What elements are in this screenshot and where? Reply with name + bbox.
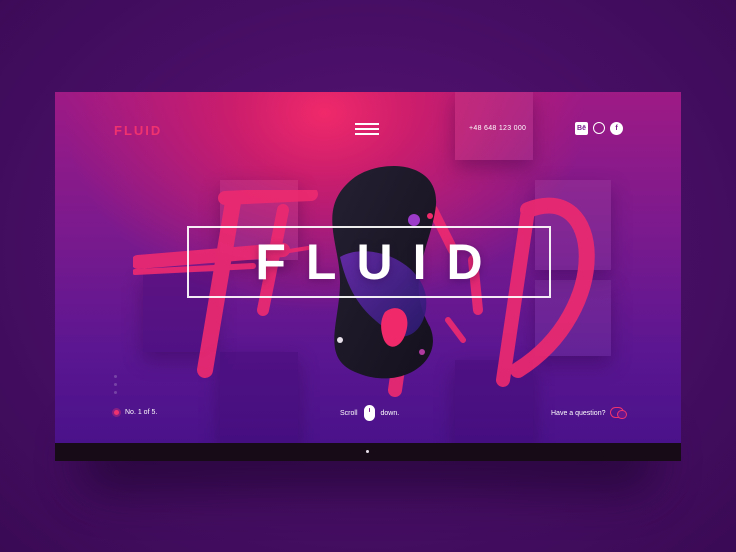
- facebook-icon[interactable]: f: [610, 122, 623, 135]
- logo[interactable]: FLUID: [114, 123, 162, 138]
- chat-bubble-icon: [610, 407, 628, 419]
- question-label: Have a question?: [551, 409, 606, 417]
- hamburger-icon[interactable]: [355, 123, 379, 135]
- phone-number[interactable]: +48 648 123 000: [469, 125, 526, 132]
- scroll-hint[interactable]: Scroll down.: [340, 405, 399, 421]
- mouse-icon: [363, 405, 375, 421]
- hero-title-box: FLUID: [187, 226, 551, 298]
- bottom-bar: [55, 443, 681, 461]
- hero-title: FLUID: [255, 234, 503, 290]
- question-link[interactable]: Have a question?: [551, 407, 628, 419]
- dribbble-icon[interactable]: [593, 122, 605, 134]
- slide-dot-icon: [114, 410, 119, 415]
- behance-icon[interactable]: Bē: [575, 122, 588, 135]
- side-dots: [114, 375, 117, 399]
- scroll-label: Scroll: [340, 409, 358, 417]
- website-frame: FLUID FLUID +48 648 123 000 Bē f No. 1 o…: [55, 92, 681, 443]
- slide-indicator-text: No. 1 of 5.: [125, 409, 158, 416]
- page-dot-icon: [366, 450, 369, 453]
- scroll-label-down: down.: [380, 409, 400, 417]
- slide-indicator: No. 1 of 5.: [114, 409, 157, 416]
